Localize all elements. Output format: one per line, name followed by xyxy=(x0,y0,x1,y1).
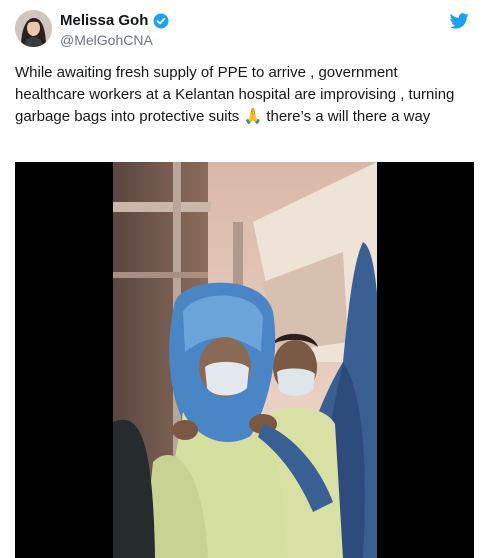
author-name[interactable]: Melissa Goh xyxy=(60,12,148,30)
twitter-bird-icon[interactable] xyxy=(450,13,469,29)
avatar[interactable] xyxy=(15,10,52,47)
tweet-card: Melissa Goh @MelGohCNA While awaiting fr… xyxy=(0,0,482,558)
display-name-row[interactable]: Melissa Goh xyxy=(60,12,169,30)
video-media[interactable] xyxy=(15,162,474,558)
avatar-photo xyxy=(15,10,52,47)
video-still-image xyxy=(113,162,377,558)
video-frame xyxy=(113,162,377,558)
tweet-text: While awaiting fresh supply of PPE to ar… xyxy=(15,64,455,125)
verified-badge-icon xyxy=(153,13,169,29)
author-handle[interactable]: @MelGohCNA xyxy=(60,32,153,48)
